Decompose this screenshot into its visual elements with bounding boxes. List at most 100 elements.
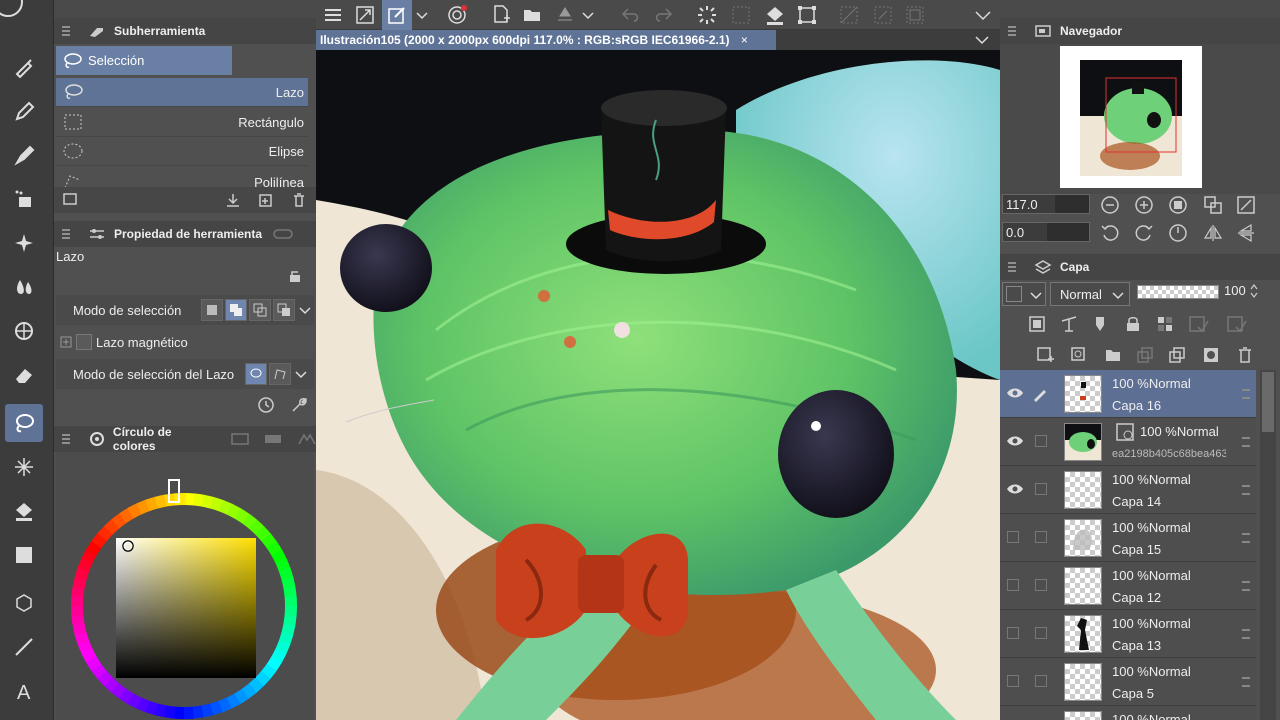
subtool-item-lazo[interactable]: Lazo <box>56 78 308 107</box>
eraser-icon[interactable] <box>5 356 43 394</box>
eye-icon[interactable] <box>1006 434 1024 448</box>
globe-icon[interactable] <box>5 312 43 350</box>
layer-mask-icon[interactable] <box>1202 346 1220 364</box>
save-icon[interactable] <box>550 0 580 30</box>
reset-rotation-icon[interactable] <box>1168 223 1188 243</box>
blend-icon[interactable] <box>5 268 43 306</box>
reset-icon[interactable] <box>257 396 275 414</box>
layer-menu-icon[interactable] <box>1242 677 1250 687</box>
lasso-icon[interactable] <box>5 404 43 442</box>
lock-icon[interactable] <box>288 269 302 283</box>
grip-icon[interactable] <box>60 24 74 38</box>
layer-menu-icon[interactable] <box>1242 533 1250 543</box>
chevron-down-icon[interactable] <box>298 303 312 317</box>
lock-icon[interactable] <box>1124 315 1142 333</box>
download-icon[interactable] <box>224 192 242 208</box>
visibility-box[interactable] <box>1007 627 1019 639</box>
layer-row[interactable]: 100 %Normal Capa 13 <box>1000 610 1256 658</box>
redo-icon[interactable] <box>648 0 678 30</box>
subtool-item-rectangulo[interactable]: Rectángulo <box>56 108 308 137</box>
reference-layer-icon[interactable] <box>1028 315 1046 333</box>
actual-size-icon[interactable] <box>1203 195 1223 215</box>
lock-transparency-icon[interactable] <box>1156 315 1174 333</box>
crop-icon[interactable] <box>900 0 930 30</box>
airbrush-icon[interactable] <box>5 180 43 218</box>
navigator-preview[interactable] <box>1060 46 1202 188</box>
chevron-down-icon[interactable] <box>412 0 432 30</box>
fullscreen-icon[interactable] <box>350 0 380 30</box>
document-tab[interactable]: Ilustración105 (2000 x 2000px 600dpi 117… <box>316 30 776 50</box>
transform-icon[interactable] <box>792 0 822 30</box>
selection-mode-subtract-button[interactable] <box>249 299 271 321</box>
lasso-freehand-button[interactable] <box>245 363 267 385</box>
selection-group-tab[interactable]: Selección <box>56 46 232 75</box>
record-icon[interactable] <box>442 0 472 30</box>
fill-icon[interactable] <box>5 492 43 530</box>
layer-row[interactable]: 100 %Normal Capa 16 <box>1000 370 1256 418</box>
layer-row[interactable]: 100 %Normal Capa 5 <box>1000 658 1256 706</box>
layer-scrollbar[interactable] <box>1256 370 1280 720</box>
duplicate-icon[interactable] <box>257 192 275 208</box>
undo-icon[interactable] <box>616 0 646 30</box>
close-icon[interactable]: × <box>741 33 748 47</box>
flip-horizontal-icon[interactable] <box>1203 223 1223 243</box>
layer-lock-box[interactable] <box>1035 627 1047 639</box>
pen-icon[interactable] <box>5 48 43 86</box>
grip-icon[interactable] <box>1006 24 1020 38</box>
fit-window-icon[interactable] <box>1236 195 1256 215</box>
flip-vertical-icon[interactable] <box>1236 223 1256 243</box>
layer-row[interactable]: 100 %Normal <box>1000 706 1256 720</box>
chevron-down-icon[interactable] <box>294 367 308 381</box>
selection-mode-add-button[interactable] <box>225 299 247 321</box>
layer-lock-box[interactable] <box>1035 531 1047 543</box>
loading-icon[interactable] <box>692 0 722 30</box>
lasso-polygon-button[interactable] <box>269 363 291 385</box>
rotate-left-icon[interactable] <box>1100 223 1120 243</box>
rotation-field[interactable]: 0.0 <box>1002 222 1090 242</box>
3d-icon[interactable] <box>5 584 43 622</box>
line-icon[interactable] <box>5 628 43 666</box>
zoom-in-icon[interactable] <box>1134 195 1154 215</box>
gradient-icon[interactable] <box>5 536 43 574</box>
color-set-icon[interactable] <box>230 432 249 446</box>
grip-icon[interactable] <box>60 432 74 446</box>
mask-enable-icon[interactable] <box>1188 315 1210 333</box>
wrench-icon[interactable] <box>289 396 307 414</box>
trash-icon[interactable] <box>290 192 308 208</box>
opacity-slider[interactable] <box>1137 285 1219 299</box>
chevron-down-icon[interactable] <box>968 0 998 30</box>
layer-lock-box[interactable] <box>1035 579 1047 591</box>
deselect-icon[interactable] <box>834 0 864 30</box>
expand-icon[interactable] <box>60 336 72 348</box>
layer-menu-icon[interactable] <box>1242 389 1250 399</box>
blend-mode-dropdown[interactable]: Normal <box>1050 282 1130 306</box>
zoom-out-icon[interactable] <box>1100 195 1120 215</box>
text-icon[interactable]: A <box>5 672 43 710</box>
grip-icon[interactable] <box>60 227 74 241</box>
color-slider-icon[interactable] <box>263 432 282 446</box>
canvas[interactable] <box>316 50 1000 720</box>
brush-icon[interactable] <box>5 136 43 174</box>
magnetic-lasso-checkbox[interactable] <box>76 334 92 350</box>
new-file-icon[interactable] <box>486 0 516 30</box>
chevron-down-icon[interactable] <box>578 0 598 30</box>
trash-icon[interactable] <box>1236 346 1254 364</box>
layer-color-dropdown[interactable] <box>1002 282 1046 306</box>
transfer-layer-icon[interactable] <box>1136 346 1154 364</box>
new-raster-layer-icon[interactable] <box>1036 346 1054 364</box>
visibility-box[interactable] <box>1007 579 1019 591</box>
clip-layer-icon[interactable] <box>1092 315 1110 333</box>
layer-menu-icon[interactable] <box>1242 629 1250 639</box>
layer-row[interactable]: 100 %Normal Capa 14 <box>1000 466 1256 514</box>
subtool-item-elipse[interactable]: Elipse <box>56 137 308 166</box>
eye-icon[interactable] <box>1006 386 1024 400</box>
grip-icon[interactable] <box>1006 260 1020 274</box>
opacity-stepper-icon[interactable] <box>1249 283 1259 299</box>
edit-icon[interactable] <box>382 0 412 30</box>
selection-mode-intersect-button[interactable] <box>273 299 295 321</box>
subtool-settings-icon[interactable] <box>62 192 80 208</box>
selection-mode-new-button[interactable] <box>201 299 223 321</box>
layer-row[interactable]: 100 %Normal Capa 12 <box>1000 562 1256 610</box>
rotate-right-icon[interactable] <box>1134 223 1154 243</box>
layer-menu-icon[interactable] <box>1242 581 1250 591</box>
